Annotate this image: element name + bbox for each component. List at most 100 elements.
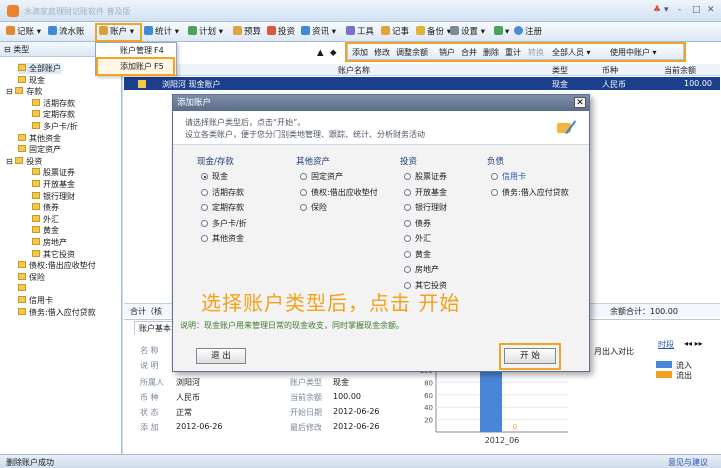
- legend-outflow: 流出: [656, 370, 692, 381]
- exit-button[interactable]: 退 出: [196, 348, 246, 364]
- toolbar-label: 记事: [392, 27, 410, 37]
- account-type-radio[interactable]: 黄金: [404, 249, 431, 260]
- dialog-close-button[interactable]: ✕: [574, 97, 586, 108]
- toolbar-news-button[interactable]: 资讯 ▾: [301, 25, 336, 39]
- tree-item[interactable]: [18, 283, 29, 294]
- toolbar-register-button[interactable]: 注册: [514, 25, 542, 39]
- account-type-radio[interactable]: 信用卡: [491, 171, 526, 182]
- col-balance[interactable]: 当前余额: [664, 65, 696, 76]
- radio-label: 保险: [311, 203, 327, 212]
- radio-label: 现金: [212, 172, 228, 181]
- budget-icon: [233, 26, 242, 35]
- toolbar-tools-button[interactable]: 工具: [346, 25, 374, 39]
- col-type[interactable]: 类型: [552, 65, 568, 76]
- tree-item[interactable]: 保险: [18, 272, 45, 283]
- folder-icon: [18, 64, 26, 71]
- tree-item[interactable]: 债权:借出应收垫付: [18, 260, 96, 271]
- tree-item[interactable]: 全部账户: [18, 63, 61, 74]
- radio-label: 定期存款: [212, 203, 244, 212]
- collapse-icon[interactable]: ⊟: [6, 87, 15, 96]
- account-type-radio[interactable]: 债券: [404, 218, 431, 229]
- tree-item-label: 房地产: [43, 238, 67, 247]
- account-type-radio[interactable]: 外汇: [404, 233, 431, 244]
- tree-item-label: 债务:借入应付贷款: [29, 307, 96, 317]
- tree-item[interactable]: 现金: [18, 75, 45, 86]
- collapse-icon[interactable]: ⊟: [6, 157, 15, 166]
- tree-item[interactable]: ⊟ 投资: [6, 156, 42, 167]
- tree-item[interactable]: ⊟ 存款: [6, 86, 42, 97]
- tree-item[interactable]: 房地产: [32, 237, 67, 248]
- folder-icon: [32, 168, 40, 176]
- minimize-button[interactable]: -: [678, 5, 681, 15]
- tree-item[interactable]: 债券: [32, 202, 59, 213]
- next-arrow-icon[interactable]: ◆: [330, 46, 337, 60]
- account-type-radio[interactable]: 其他资金: [201, 233, 244, 244]
- period-link[interactable]: 时段: [658, 339, 674, 350]
- table-row[interactable]: 浏阳河 现金账户 现金 人民币 100.00: [124, 77, 720, 90]
- tree-item[interactable]: 定期存款: [32, 109, 75, 120]
- toolbar-stats-button[interactable]: 统计 ▾: [144, 25, 179, 39]
- tree-item[interactable]: 多户卡/折: [32, 121, 78, 132]
- chart-nav-arrows[interactable]: ◂◂ ▸▸: [684, 339, 703, 348]
- toolbar-notes-button[interactable]: 记事: [381, 25, 409, 39]
- toolbar-invest-button[interactable]: 投资: [267, 25, 295, 39]
- account-type-radio[interactable]: 保险: [300, 202, 327, 213]
- skin-icon[interactable]: ♣: [653, 5, 661, 15]
- label-state: 状 态: [140, 408, 159, 417]
- value-currency: 人民币: [176, 393, 200, 402]
- col-account-name[interactable]: 账户名称: [338, 65, 370, 76]
- tree-item[interactable]: 开放基金: [32, 179, 75, 190]
- tree-item[interactable]: 其它投资: [32, 249, 75, 260]
- folder-icon: [15, 156, 24, 164]
- app-logo-icon: [7, 5, 19, 17]
- menu-chevron-icon[interactable]: ▾: [664, 5, 669, 15]
- tree-item-label: 其它投资: [43, 249, 75, 259]
- instruction-overlay-text: 选择账户类型后，点击 开始: [201, 291, 461, 315]
- toolbar-plan-button[interactable]: 计划 ▾: [188, 25, 223, 39]
- folder-icon: [32, 191, 40, 199]
- toolbar-misc-button[interactable]: ▾: [494, 25, 509, 39]
- account-type-radio[interactable]: 债权:借出应收垫付: [300, 187, 378, 198]
- toolbar-backup-button[interactable]: 备份 ▾: [416, 25, 451, 39]
- toolbar-record-button[interactable]: 记账 ▾: [6, 25, 41, 39]
- radio-button-icon: [201, 235, 208, 242]
- tree-item[interactable]: 活期存款: [32, 98, 75, 109]
- label-owner: 所属人: [140, 378, 164, 387]
- account-type-radio[interactable]: 活期存款: [201, 187, 244, 198]
- label-desc: 说 明: [140, 361, 159, 370]
- bar-data-label: 0: [513, 423, 517, 431]
- tree-item[interactable]: 信用卡: [18, 295, 53, 306]
- radio-button-icon: [404, 173, 411, 180]
- value-balance: 100.00: [333, 392, 361, 401]
- toolbar-ledger-button[interactable]: 流水账: [48, 25, 85, 39]
- account-type-radio[interactable]: 开放基金: [404, 187, 447, 198]
- account-type-radio[interactable]: 房地产: [404, 264, 439, 275]
- radio-label: 外汇: [415, 234, 431, 243]
- tree-item[interactable]: 固定资产: [18, 144, 61, 155]
- account-type-radio[interactable]: 多户卡/折: [201, 218, 247, 229]
- option-group-header: 投资: [400, 157, 418, 167]
- toolbar-settings-button[interactable]: 设置 ▾: [450, 25, 485, 39]
- tree-item[interactable]: 银行理财: [32, 191, 75, 202]
- col-currency[interactable]: 币种: [602, 65, 618, 76]
- tree-item[interactable]: 外汇: [32, 214, 59, 225]
- account-type-radio[interactable]: 银行理财: [404, 202, 447, 213]
- tree-item[interactable]: 债务:借入应付贷款: [18, 307, 96, 318]
- radio-button-icon: [404, 250, 411, 258]
- maximize-button[interactable]: □: [692, 5, 701, 15]
- account-type-radio[interactable]: 定期存款: [201, 202, 244, 213]
- close-button[interactable]: ✕: [707, 5, 715, 15]
- toolbar-label: 备份: [427, 27, 445, 37]
- feedback-link[interactable]: 意见与建议: [668, 457, 708, 468]
- account-type-radio[interactable]: 现金: [201, 171, 228, 182]
- tree-item[interactable]: 其他资金: [18, 133, 61, 144]
- toolbar-budget-button[interactable]: 预算: [233, 25, 261, 39]
- folder-icon: [18, 272, 26, 280]
- tree-item[interactable]: 股票证券: [32, 167, 75, 178]
- account-type-radio[interactable]: 债务:借入应付贷款: [491, 187, 569, 198]
- account-type-radio[interactable]: 固定资产: [300, 171, 343, 182]
- account-type-radio[interactable]: 股票证券: [404, 171, 447, 182]
- up-arrow-icon[interactable]: ▲: [317, 46, 324, 60]
- calendar-icon: [188, 26, 197, 35]
- tree-item[interactable]: 黄金: [32, 225, 59, 236]
